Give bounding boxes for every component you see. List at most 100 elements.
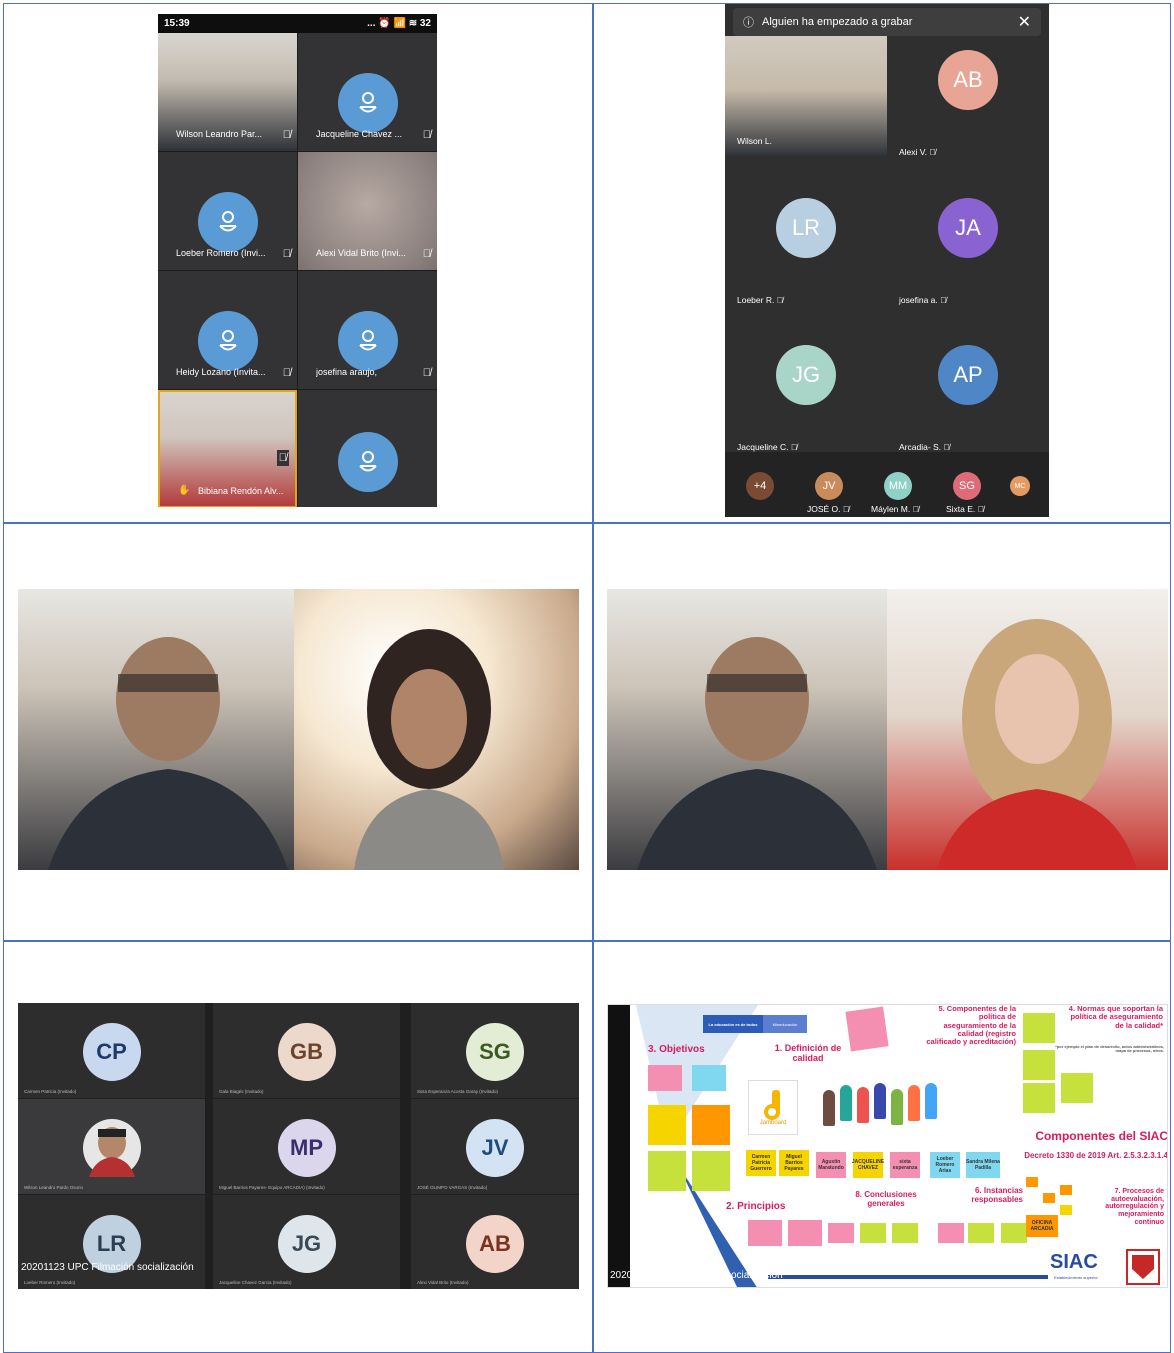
participant-name: Sixta E. 🎙̸ [946,504,985,514]
jamboard-label: Jamboard [759,1119,787,1126]
participant-tile[interactable]: Jacqueline Chavez ... 🎙̸ [298,33,437,151]
mic-off-icon: 🎙̸ [842,504,850,514]
participant-tile[interactable]: JA josefina a. 🎙̸ [887,170,1049,317]
participant-strip: +4 JV JOSÉ O. 🎙̸ MM Máylen M. 🎙̸ SG Sixt… [725,452,1049,517]
participant-avatar: AB [466,1215,524,1273]
mobile-meeting-screenshot-2: ⓘ Alguien ha empezado a grabar ✕ Wilson … [725,4,1049,517]
sticky-note [1023,1050,1055,1080]
participant-tile[interactable]: JG Jacqueline Chavez Garcia (Invitado) [213,1195,400,1289]
sticky-note [828,1223,854,1243]
participant-tile[interactable]: josefina araujo, 🎙̸ [298,271,437,389]
siac-logo: SIAC [1050,1251,1098,1273]
mic-off-icon: 🎙̸ [282,248,291,260]
person-illustration [925,1083,937,1119]
education-logo: La educación es de todos [703,1015,763,1033]
participant-note: Miguel Barrios Payares [779,1150,809,1176]
participant-tile[interactable]: Alexi Vidal Brito (Invi... 🎙̸ [298,152,437,270]
participant-video[interactable]: Wilson L. [725,36,887,156]
person-illustration [823,1090,835,1126]
sticky-note [748,1220,782,1246]
participant-tile[interactable]: JG Jacqueline C. 🎙̸ [725,317,887,464]
participant-tile[interactable]: LR Loeber Romero (Invitado) [18,1195,205,1289]
section-componentes: 5. Componentes de la política de asegura… [926,1004,1016,1046]
participant-avatar[interactable]: SG [953,472,981,500]
participant-tile[interactable]: MP Miguel Barrios Payares- Equipo ARCADI… [213,1099,400,1194]
mic-off-icon: 🎙̸ [282,129,291,141]
sticky-note [860,1223,886,1243]
participant-name: Wilson L. [737,136,772,146]
person-silhouette [48,637,288,870]
participant-tile[interactable]: LR Loeber R. 🎙̸ [725,170,887,317]
normas-note: *por ejemplo el plan de desarrollo, acto… [1055,1044,1164,1054]
participant-note: sixta esperanza [890,1152,920,1178]
participant-tile[interactable]: GB Gala Biagés (Invitado) [213,1003,400,1098]
section-objetivos: 3. Objetivos [648,1044,705,1055]
sticky-note [692,1065,726,1091]
decree-text: Decreto 1330 de 2019 Art. 2.5.3.2.3.1.4 [1024,1151,1168,1160]
participant-tile[interactable]: AB Alexi Vidal Brito (Invitado) [411,1195,579,1289]
sticky-note [938,1223,964,1243]
participant-avatar: MP [277,1119,336,1177]
participant-tile[interactable]: Loeber Romero (Invi... 🎙̸ [158,152,297,270]
sticky-note [1060,1205,1072,1215]
participant-tile[interactable]: Wilson Leandro Pardo Osorio [18,1099,205,1194]
person-illustration [908,1085,920,1121]
participant-tile[interactable]: JV JOSÉ OLIMPO VARGAS (Invitado) [411,1099,579,1194]
participant-avatar: GB [277,1023,336,1081]
participant-tile-active-speaker[interactable]: ✋ 🎙̸ Bibiana Rendón Alv... [158,390,297,507]
ministry-logo: La educación es de todos Mineducación [703,1015,807,1033]
mic-off-icon: 🎙̸ [422,248,431,260]
participant-avatar[interactable]: MC [1010,476,1030,496]
participant-avatar: JV [466,1119,524,1177]
mobile-meeting-screenshot: 15:39 ... ⏰ 📶 ≋ 32 Wilson Leandro Par...… [158,14,437,507]
sticky-note [968,1223,994,1243]
components-title: Componentes del SIAC [1035,1129,1168,1143]
section-procesos: 7. Procesos de autoevaluación, autorregu… [1105,1188,1164,1226]
participant-avatar: SG [466,1023,524,1081]
jamboard-slide: La educación es de todos Mineducación 3.… [607,1004,1168,1288]
sticky-note [1043,1193,1055,1203]
participant-tile[interactable]: Wilson Leandro Par... 🎙̸ [158,33,297,151]
sticky-note [648,1151,686,1191]
participant-name: Sixta Esperanza Acosta Garay (Invitado) [417,1089,499,1094]
sticky-note [1001,1223,1027,1243]
mic-off-icon: 🎙̸ [940,295,947,305]
person-icon [197,311,258,371]
participant-photo [82,1119,141,1177]
participant-name: Bibiana Rendón Alv... [198,486,284,496]
participant-avatar[interactable]: JV [815,472,843,500]
participant-tile[interactable]: AB Alexi V. 🎙̸ [887,22,1049,169]
participant-name: Jacqueline Chavez ... [316,129,403,139]
participant-name: Miguel Barrios Payares- Equipo ARCADIA) … [219,1185,325,1190]
person-icon [337,432,398,492]
participant-name: Loeber R. 🎙̸ [737,295,784,305]
video-frame-woman [887,589,1168,870]
participant-tile[interactable]: CP Carmen Patricia (Invitado) [18,1003,205,1098]
video-frame-woman [294,589,579,870]
participant-avatar[interactable]: MM [884,472,912,500]
section-conclusiones: 8. Conclusiones generales [855,1190,917,1208]
participant-name: Alexi Vidal Brito (Invitado) [417,1280,469,1285]
person-icon [337,311,398,371]
participant-name: Alexi Vidal Brito (Invi... [316,248,406,258]
participant-note: Sandra Milena Padilla [966,1152,1000,1178]
participant-tile[interactable] [298,390,437,507]
sticky-note [1023,1013,1055,1043]
participant-tile[interactable]: AP Arcadia- S. 🎙̸ [887,317,1049,464]
mic-off-icon: 🎙̸ [977,504,985,514]
more-participants-button[interactable]: +4 [746,472,774,500]
person-silhouette [354,629,504,870]
participant-name: Alexi V. 🎙̸ [899,147,936,157]
mic-off-icon: 🎙̸ [276,450,289,466]
participant-name: Máylen M. 🎙̸ [871,504,919,514]
mic-off-icon: 🎙̸ [422,129,431,141]
participant-tile[interactable]: SG Sixta Esperanza Acosta Garay (Invitad… [411,1003,579,1098]
participant-tile[interactable]: Heidy Lozano (Invita... 🎙̸ [158,271,297,389]
participant-avatar: CP [82,1023,141,1081]
status-bar: 15:39 ... ⏰ 📶 ≋ 32 [158,14,437,33]
participant-name: josefina araujo, [316,367,378,377]
mic-off-icon: 🎙̸ [912,504,919,514]
sticky-note [1061,1073,1093,1103]
video-frame-man [18,589,294,870]
participant-name: Gala Biagés (Invitado) [219,1089,264,1094]
